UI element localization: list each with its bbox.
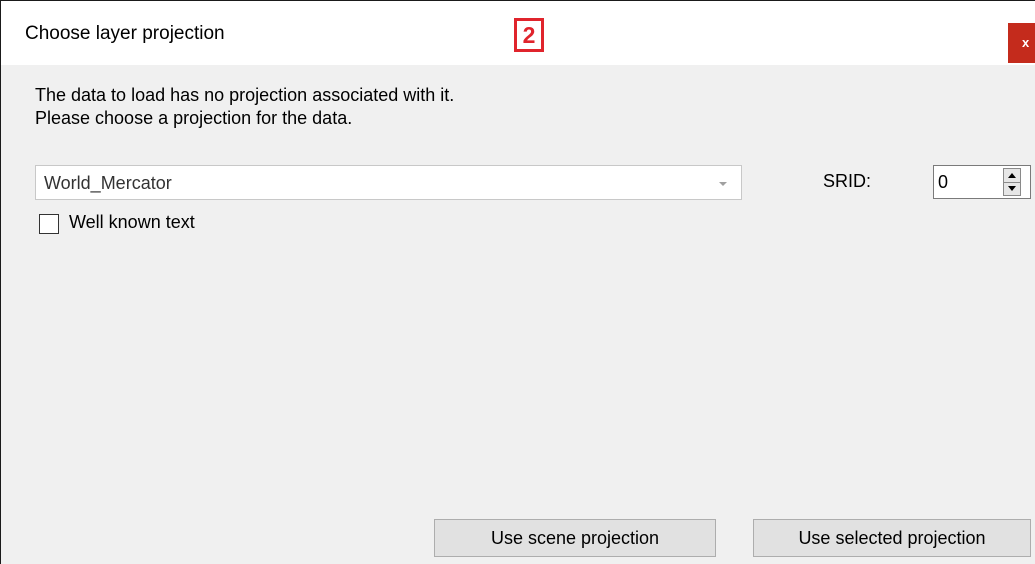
srid-input[interactable]: 0 xyxy=(938,172,948,193)
srid-spinner[interactable]: 0 xyxy=(933,165,1031,199)
srid-spin-buttons xyxy=(1003,168,1021,196)
close-icon: x xyxy=(1022,35,1030,50)
projection-dropdown[interactable]: World_Mercator xyxy=(35,165,742,200)
step-number-badge: 2 xyxy=(514,18,544,52)
srid-label: SRID: xyxy=(823,171,872,191)
title-bar: Choose layer projection 2 x xyxy=(1,1,1035,65)
spin-down-arrow-icon[interactable] xyxy=(1004,182,1020,195)
info-message-line-1: The data to load has no projection assoc… xyxy=(35,85,455,105)
well-known-text-label: Well known text xyxy=(69,212,195,232)
close-button[interactable]: x xyxy=(1008,23,1035,63)
chevron-down-icon xyxy=(719,182,727,186)
use-scene-projection-button[interactable]: Use scene projection xyxy=(434,519,716,557)
choose-projection-dialog: Choose layer projection 2 x The data to … xyxy=(0,0,1035,564)
projection-dropdown-value: World_Mercator xyxy=(44,173,172,193)
info-message-line-2: Please choose a projection for the data. xyxy=(35,108,353,128)
use-selected-projection-button[interactable]: Use selected projection xyxy=(753,519,1031,557)
well-known-text-checkbox[interactable] xyxy=(39,214,59,234)
dialog-title: Choose layer projection xyxy=(25,23,225,44)
spin-up-arrow-icon[interactable] xyxy=(1004,169,1020,183)
